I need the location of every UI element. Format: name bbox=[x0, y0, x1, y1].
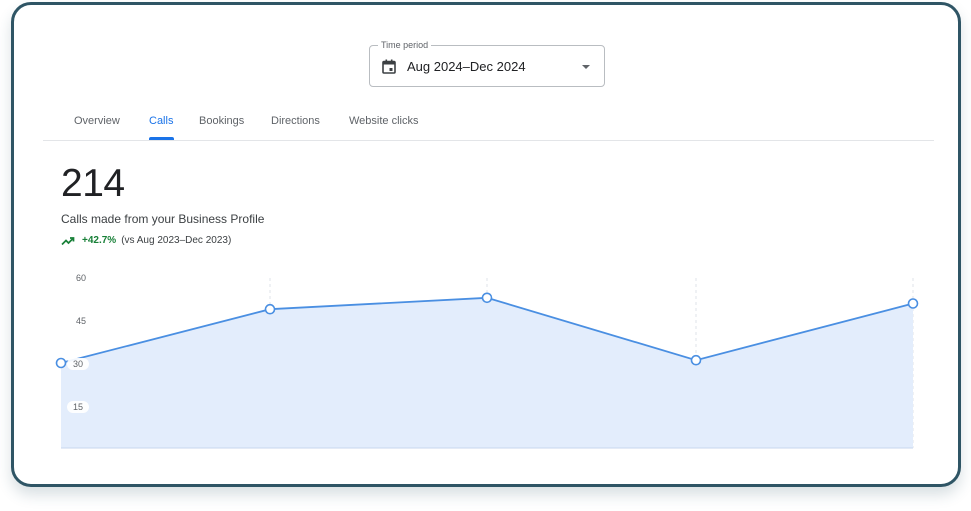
calls-chart: 60 45 30 15 bbox=[14, 267, 958, 463]
change-percentage: +42.7% bbox=[82, 235, 117, 246]
card-frame: Time period Aug 2024–Dec 2024 Overview C… bbox=[11, 2, 961, 487]
tab-directions[interactable]: Directions bbox=[271, 114, 320, 128]
time-period-value: Aug 2024–Dec 2024 bbox=[407, 59, 526, 74]
data-point bbox=[481, 292, 493, 304]
calls-chart-svg bbox=[55, 278, 919, 449]
data-point bbox=[264, 303, 276, 315]
tab-overview[interactable]: Overview bbox=[74, 114, 120, 128]
tab-website-clicks[interactable]: Website clicks bbox=[349, 114, 418, 128]
time-period-select[interactable]: Time period Aug 2024–Dec 2024 bbox=[369, 39, 605, 87]
time-period-label: Time period bbox=[378, 39, 432, 51]
data-point bbox=[690, 354, 702, 366]
data-point bbox=[55, 357, 67, 369]
trending-up-icon bbox=[61, 236, 75, 245]
tab-calls[interactable]: Calls bbox=[149, 114, 173, 128]
y-tick-label: 60 bbox=[75, 273, 86, 283]
series-area bbox=[61, 297, 913, 448]
y-tick-label: 30 bbox=[67, 358, 89, 370]
comparison-period: (vs Aug 2023–Dec 2023) bbox=[121, 235, 232, 246]
y-tick-label: 45 bbox=[75, 316, 86, 326]
active-tab-indicator bbox=[149, 137, 174, 140]
metric-change: +42.7% (vs Aug 2023–Dec 2023) bbox=[61, 234, 231, 247]
y-tick-label: 15 bbox=[67, 401, 89, 413]
metric-value: 214 bbox=[61, 162, 125, 205]
tab-bookings[interactable]: Bookings bbox=[199, 114, 244, 128]
data-point bbox=[907, 298, 919, 309]
metric-tabs: Overview Calls Bookings Directions Websi… bbox=[43, 105, 934, 141]
dropdown-caret-icon bbox=[582, 65, 590, 69]
calendar-icon bbox=[382, 59, 396, 74]
metric-description: Calls made from your Business Profile bbox=[61, 212, 265, 226]
